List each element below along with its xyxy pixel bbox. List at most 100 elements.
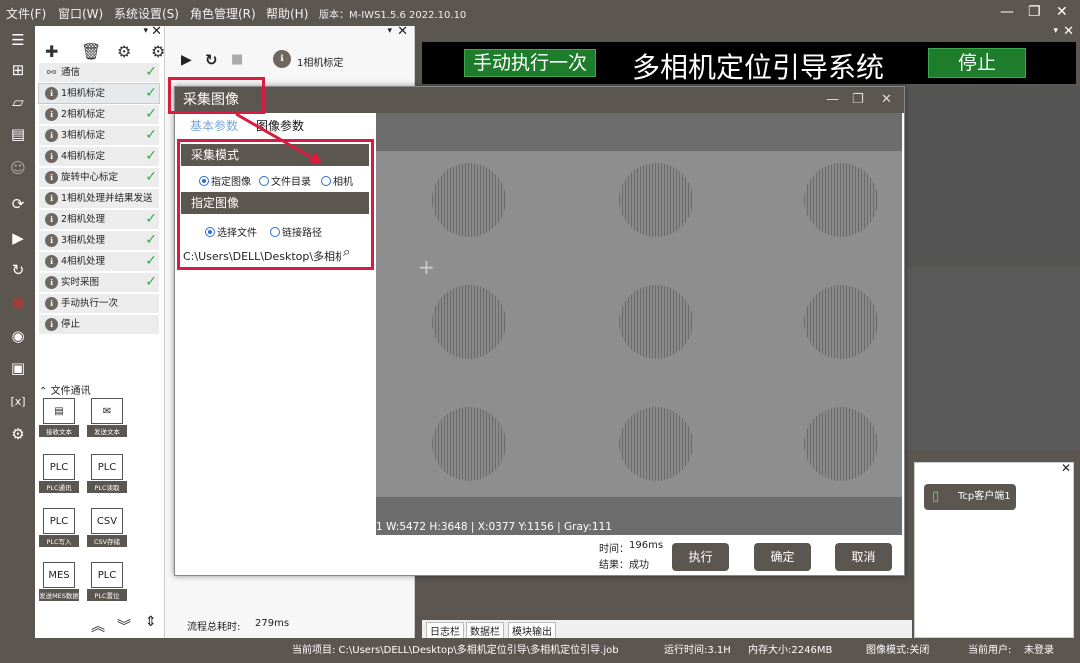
tab-module-output[interactable]: 模块输出 bbox=[508, 622, 556, 639]
panel-close-icon[interactable]: ✕ bbox=[1063, 24, 1074, 39]
flow-current-label: 1相机标定 bbox=[297, 58, 344, 69]
user-icon[interactable]: ☺ bbox=[6, 156, 30, 180]
check-icon: ✓ bbox=[145, 274, 157, 290]
panel-close-icon[interactable]: ✕ bbox=[397, 24, 408, 39]
time-value: 196ms bbox=[629, 540, 664, 551]
settings-panel-icon[interactable]: ⚙ bbox=[6, 422, 30, 446]
tree-item-comm[interactable]: ⚯ 通信 ✓ bbox=[39, 63, 159, 82]
stop-square-icon[interactable]: ■ bbox=[231, 52, 243, 67]
tool-plc-read[interactable]: PLC PLC读取 bbox=[87, 454, 127, 493]
check-icon: ✓ bbox=[145, 106, 157, 122]
calibrate-icon[interactable]: ⟳ bbox=[6, 192, 30, 216]
panel-close-icon[interactable]: ✕ bbox=[1061, 461, 1071, 475]
minimize-icon[interactable]: — bbox=[826, 92, 839, 107]
csv-icon: CSV bbox=[91, 508, 123, 534]
minimize-icon[interactable]: — bbox=[1000, 4, 1014, 20]
module-icon: ℹ bbox=[45, 171, 58, 184]
tool-mes[interactable]: MES 发送MES数据 bbox=[39, 562, 79, 601]
tree-item-cam3-calib[interactable]: ℹ 3相机标定 ✓ bbox=[39, 126, 159, 145]
tree-item-cam2-calib[interactable]: ℹ 2相机标定 ✓ bbox=[39, 105, 159, 124]
plc-icon: PLC bbox=[43, 454, 75, 480]
printer-icon: ▤ bbox=[43, 398, 75, 424]
tree-item-cam3-process[interactable]: ℹ 3相机处理 ✓ bbox=[39, 231, 159, 250]
variable-icon[interactable]: [x] bbox=[6, 390, 30, 414]
restore-icon[interactable]: ❐ bbox=[852, 92, 864, 107]
tab-log[interactable]: 日志栏 bbox=[426, 622, 464, 639]
plc-icon: PLC bbox=[91, 562, 123, 588]
tcp-client-button[interactable]: ▯ Tcp客户端1 bbox=[924, 484, 1016, 510]
close-icon[interactable]: ✕ bbox=[1056, 4, 1068, 20]
device-icon[interactable]: ▣ bbox=[6, 356, 30, 380]
check-icon: ✓ bbox=[145, 148, 157, 164]
tree-item-realtime[interactable]: ℹ 实时采图 ✓ bbox=[39, 273, 159, 292]
settings-icon[interactable]: ⚙ bbox=[151, 42, 165, 61]
tree-item-cam4-calib[interactable]: ℹ 4相机标定 ✓ bbox=[39, 147, 159, 166]
run-icon[interactable]: ▶ bbox=[6, 226, 30, 250]
tool-plc-write[interactable]: PLC PLC写入 bbox=[39, 508, 79, 547]
tool-receive-text[interactable]: ▤ 接收文本 bbox=[39, 398, 79, 437]
manual-run-button[interactable]: 手动执行一次 bbox=[464, 49, 596, 77]
add-icon[interactable]: ✚ bbox=[45, 42, 58, 61]
tree-item-cam1-process[interactable]: ℹ 1相机处理并结果发送 bbox=[39, 189, 159, 208]
dropdown-icon[interactable]: ▾ bbox=[1053, 26, 1058, 36]
tool-csv[interactable]: CSV CSV存储 bbox=[87, 508, 127, 547]
tree-item-label: 3相机处理 bbox=[61, 235, 106, 246]
tree-item-cam2-process[interactable]: ℹ 2相机处理 ✓ bbox=[39, 210, 159, 229]
status-project: 当前项目: C:\Users\DELL\Desktop\多相机定位引导\多相机定… bbox=[292, 645, 619, 656]
restore-icon[interactable]: ❐ bbox=[1028, 4, 1041, 20]
tree-item-cam1-calib[interactable]: ℹ 1相机标定 ✓ bbox=[38, 83, 160, 104]
menu-file[interactable]: 文件(F) bbox=[6, 5, 46, 22]
gear-icon[interactable]: ⚙ bbox=[117, 42, 131, 61]
mes-icon: MES bbox=[43, 562, 75, 588]
image-viewer[interactable]: + 1 W:5472 H:3648 | X:0377 Y:1156 | Gray… bbox=[376, 113, 902, 535]
tree-item-label: 3相机标定 bbox=[61, 130, 106, 141]
new-file-icon[interactable]: ⊞ bbox=[6, 58, 30, 82]
device-icon: ▯ bbox=[932, 489, 940, 504]
module-icon: ℹ bbox=[45, 318, 58, 331]
save-icon[interactable]: ▤ bbox=[6, 122, 30, 146]
target-circle bbox=[619, 163, 693, 237]
status-image-mode: 图像模式:关闭 bbox=[866, 645, 930, 656]
dropdown-icon[interactable]: ▾ bbox=[143, 26, 148, 36]
check-icon: ✓ bbox=[145, 232, 157, 248]
delete-icon[interactable]: 🗑 bbox=[81, 42, 101, 61]
tree-item-manual-run[interactable]: ℹ 手动执行一次 bbox=[39, 294, 159, 313]
tree-item-cam4-process[interactable]: ℹ 4相机处理 ✓ bbox=[39, 252, 159, 271]
check-icon: ✓ bbox=[145, 211, 157, 227]
tree-item-stop[interactable]: ℹ 停止 bbox=[39, 315, 159, 334]
stop-icon[interactable]: ● bbox=[6, 290, 30, 314]
menu-help[interactable]: 帮助(H) bbox=[266, 5, 308, 22]
file-comm-header[interactable]: ⌃ 文件通讯 bbox=[39, 382, 91, 397]
open-folder-icon[interactable]: ▱ bbox=[6, 90, 30, 114]
tree-item-rotation-calib[interactable]: ℹ 旋转中心标定 ✓ bbox=[39, 168, 159, 187]
menu-system-settings[interactable]: 系统设置(S) bbox=[114, 5, 179, 22]
bottom-tabs: 日志栏 数据栏 模块输出 bbox=[422, 620, 912, 639]
scroll-icon[interactable]: ⇕ bbox=[145, 614, 157, 630]
scroll-up-icon[interactable]: ︽ bbox=[91, 616, 105, 636]
tool-plc-comm[interactable]: PLC PLC通讯 bbox=[39, 454, 79, 493]
loop-run-icon[interactable]: ↻ bbox=[6, 258, 30, 282]
check-icon: ✓ bbox=[145, 85, 157, 101]
menu-window[interactable]: 窗口(W) bbox=[58, 5, 103, 22]
dropdown-icon[interactable]: ▾ bbox=[387, 26, 392, 36]
total-time-value: 279ms bbox=[255, 618, 290, 629]
close-icon[interactable]: ✕ bbox=[881, 92, 892, 107]
tool-label: CSV存储 bbox=[87, 535, 127, 547]
refresh-icon[interactable]: ↻ bbox=[205, 51, 218, 69]
stop-button[interactable]: 停止 bbox=[928, 48, 1026, 78]
list-icon[interactable]: ☰ bbox=[6, 28, 30, 52]
tab-data[interactable]: 数据栏 bbox=[466, 622, 504, 639]
version-label: 版本：M-IWS1.5.6 2022.10.10 bbox=[319, 10, 467, 21]
play-icon[interactable]: ▶ bbox=[181, 52, 192, 68]
tool-plc-set[interactable]: PLC PLC置位 bbox=[87, 562, 127, 601]
scroll-down-icon[interactable]: ︾ bbox=[117, 616, 131, 636]
cancel-button[interactable]: 取消 bbox=[835, 543, 892, 571]
panel-close-icon[interactable]: ✕ bbox=[151, 24, 162, 39]
menu-role-management[interactable]: 角色管理(R) bbox=[190, 5, 256, 22]
tool-send-text[interactable]: ✉ 发送文本 bbox=[87, 398, 127, 437]
camera-icon[interactable]: ◉ bbox=[6, 324, 30, 348]
system-header: 手动执行一次 多相机定位引导系统 停止 bbox=[422, 42, 1076, 84]
execute-button[interactable]: 执行 bbox=[672, 543, 729, 571]
captured-image: + bbox=[376, 151, 902, 497]
confirm-button[interactable]: 确定 bbox=[754, 543, 811, 571]
